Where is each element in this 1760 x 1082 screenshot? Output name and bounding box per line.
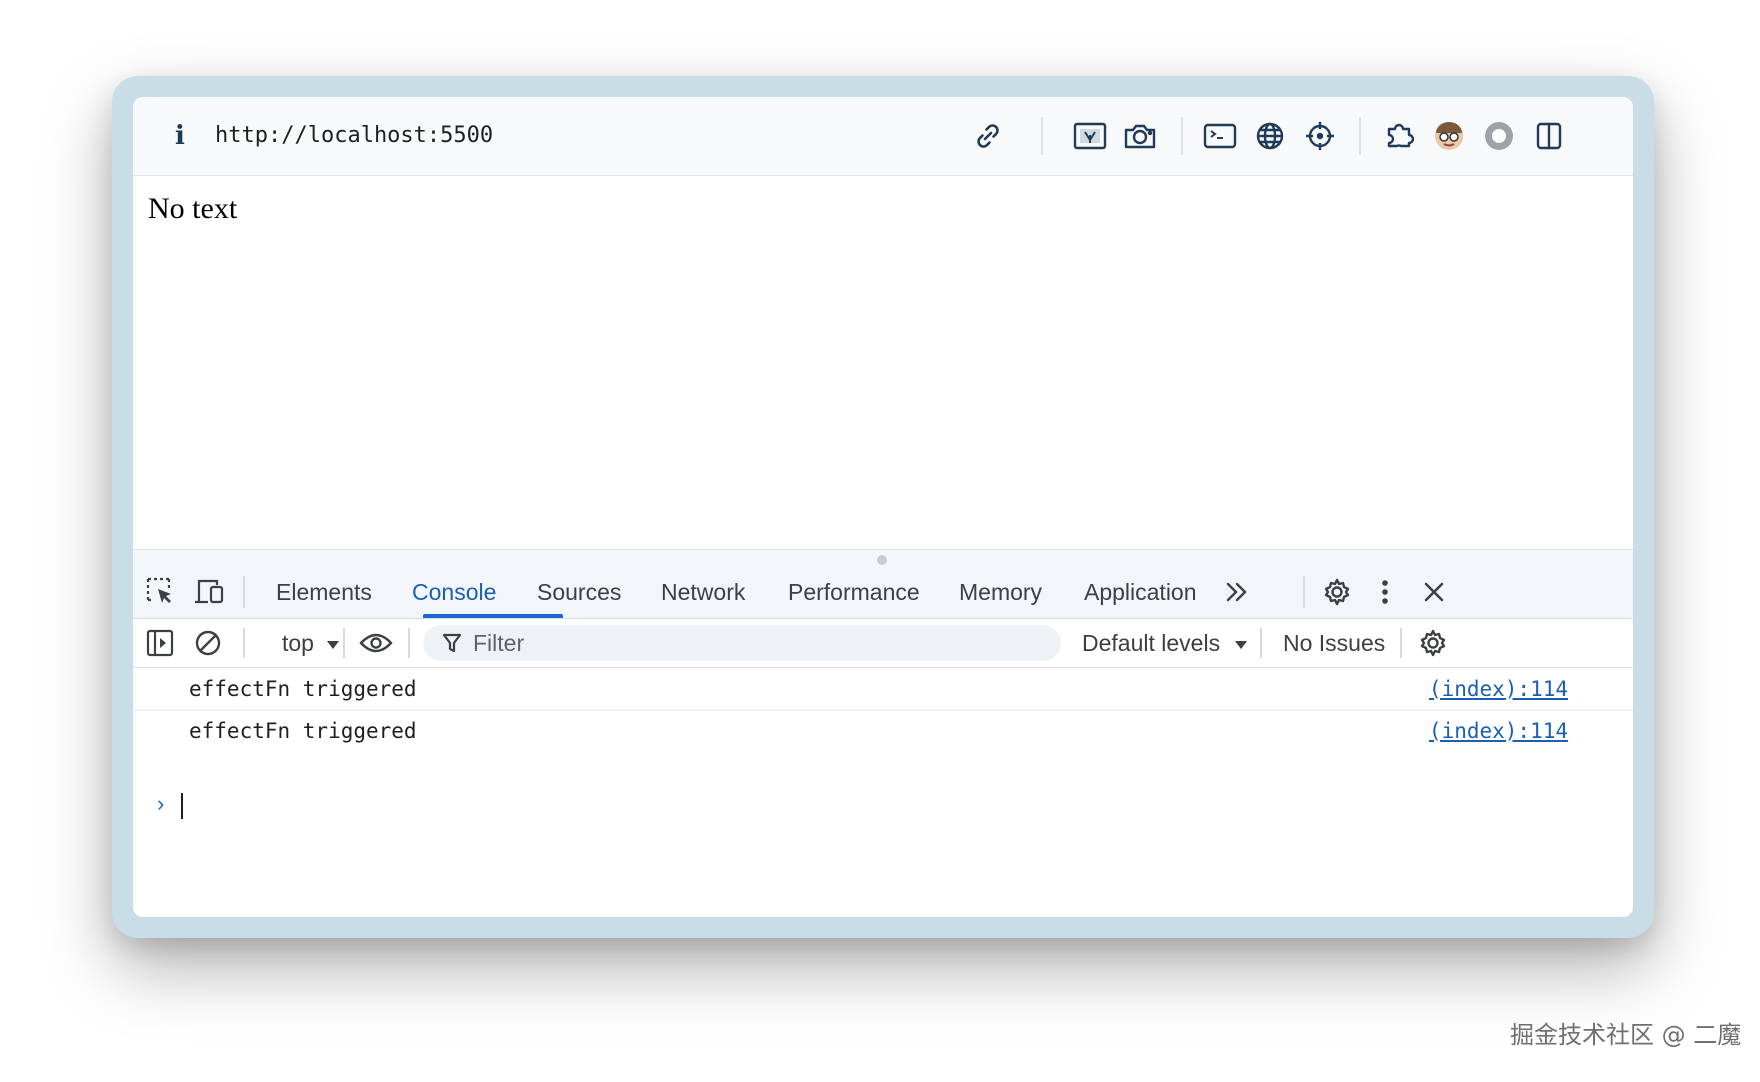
issues-counter[interactable]: No Issues [1283, 619, 1385, 667]
tab-console[interactable]: Console [412, 566, 496, 618]
consolebar-divider [243, 628, 245, 658]
consolebar-divider [408, 628, 410, 658]
filter-input[interactable]: Filter [423, 625, 1061, 661]
toolbar-divider [1041, 117, 1043, 155]
browser-window: i http://localhost:5500 No text Elements… [133, 97, 1633, 917]
split-panel-icon[interactable] [1529, 116, 1569, 156]
chevron-down-icon [327, 640, 340, 649]
inspect-element-icon[interactable] [145, 576, 175, 606]
devtools-panel: Elements Console Sources Network Perform… [133, 549, 1633, 917]
url-display[interactable]: http://localhost:5500 [215, 123, 493, 149]
link-icon[interactable] [968, 116, 1008, 156]
clear-console-icon[interactable] [193, 628, 223, 658]
live-expression-eye-icon[interactable] [358, 628, 394, 658]
toolbar-divider [1181, 117, 1183, 155]
extensions-icon[interactable] [1379, 116, 1419, 156]
active-tab-indicator [423, 614, 563, 618]
console-source-link[interactable]: (index):114 [1429, 718, 1568, 744]
devtools-tab-bar: Elements Console Sources Network Perform… [133, 566, 1633, 619]
sidebar-toggle-icon[interactable] [145, 628, 175, 658]
tab-sources[interactable]: Sources [537, 566, 621, 618]
consolebar-divider [1400, 628, 1402, 658]
consolebar-divider [1260, 628, 1262, 658]
close-icon[interactable] [1418, 576, 1450, 608]
console-message-text: effectFn triggered [189, 677, 417, 701]
terminal-icon[interactable] [1200, 116, 1240, 156]
console-message-row: effectFn triggered (index):114 [133, 668, 1633, 711]
settings-gear-icon[interactable] [1321, 576, 1353, 608]
tab-elements[interactable]: Elements [276, 566, 372, 618]
tab-network[interactable]: Network [661, 566, 745, 618]
context-select-value: top [282, 630, 314, 656]
filter-placeholder: Filter [473, 630, 525, 656]
page-body-text: No text [148, 192, 238, 225]
record-icon[interactable] [1479, 116, 1519, 156]
tab-memory[interactable]: Memory [959, 566, 1042, 618]
log-levels-select[interactable]: Default levels [1082, 619, 1248, 667]
consolebar-divider [343, 628, 345, 658]
qr-code-icon[interactable] [1070, 116, 1110, 156]
globe-icon[interactable] [1250, 116, 1290, 156]
chevron-down-icon [1235, 640, 1248, 649]
tab-application[interactable]: Application [1084, 566, 1197, 618]
filter-funnel-icon [440, 631, 464, 655]
crosshair-icon[interactable] [1300, 116, 1340, 156]
info-icon[interactable]: i [173, 123, 187, 149]
resize-grip [877, 555, 887, 565]
watermark: 掘金技术社区 @ 二魔 [1510, 1021, 1742, 1049]
console-message-text: effectFn triggered [189, 719, 417, 743]
devtools-resize-handle[interactable] [133, 549, 1633, 567]
console-message-row: effectFn triggered (index):114 [133, 710, 1633, 752]
more-tabs-icon[interactable] [1223, 578, 1251, 606]
tabbar-divider [1303, 576, 1305, 608]
context-select[interactable]: top [282, 619, 340, 667]
console-settings-gear-icon[interactable] [1417, 627, 1449, 659]
toolbar-divider [1359, 117, 1361, 155]
more-options-icon[interactable] [1373, 576, 1397, 608]
console-toolbar: top Filter Default levels No Issues [133, 619, 1633, 668]
log-levels-value: Default levels [1082, 630, 1221, 656]
tabbar-divider [243, 576, 245, 608]
device-toolbar-icon[interactable] [193, 576, 225, 606]
avatar-icon[interactable] [1429, 116, 1469, 156]
console-source-link[interactable]: (index):114 [1429, 676, 1568, 702]
camera-icon[interactable] [1120, 116, 1160, 156]
tab-performance[interactable]: Performance [788, 566, 920, 618]
console-input-caret[interactable] [181, 793, 183, 819]
console-prompt-chevron-icon: › [157, 791, 165, 816]
browser-toolbar: i http://localhost:5500 [133, 97, 1633, 176]
